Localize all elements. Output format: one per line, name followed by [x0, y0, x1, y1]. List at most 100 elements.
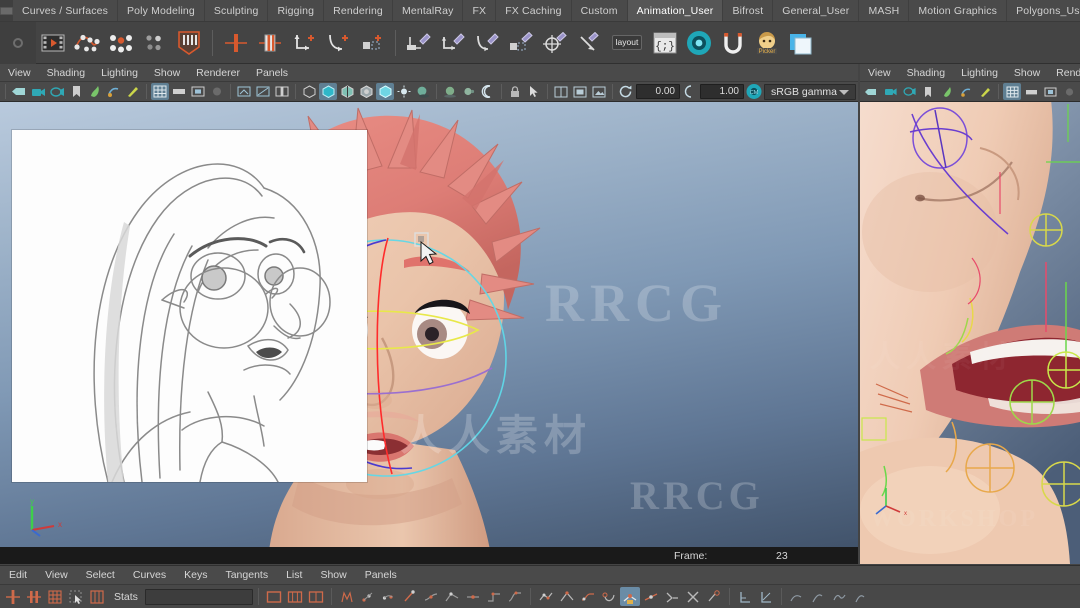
exposure-value-field[interactable]: 0.00 [636, 84, 680, 99]
shelf-tab-fx[interactable]: FX [463, 0, 496, 21]
weighted-tangents-icon[interactable] [704, 587, 724, 606]
perspective-viewport-canvas[interactable]: RRCG 人人素材 RRCG 人人素材 RRCG y x Frame: 23 [0, 102, 858, 564]
curve-tool-f-icon[interactable] [850, 587, 870, 606]
swap-buffer-curve-icon[interactable] [557, 587, 577, 606]
magnet-snap-icon[interactable] [718, 28, 748, 58]
shelf-menu-icon[interactable] [0, 7, 13, 15]
picker-tool-icon[interactable]: Picker [752, 28, 782, 58]
shelf-tab-general-user[interactable]: General_User [773, 0, 859, 21]
two-d-pan-zoom-icon[interactable] [105, 83, 123, 100]
isolate-select-icon[interactable] [254, 83, 272, 100]
shaded-wireframe-icon[interactable] [338, 83, 356, 100]
right-grease-pencil-icon[interactable] [976, 83, 994, 100]
right-resolution-gate-icon[interactable] [1041, 83, 1059, 100]
curve-tool-e-icon[interactable] [829, 587, 849, 606]
grid-toggle-icon[interactable] [151, 83, 169, 100]
flat-tangent-icon[interactable] [463, 587, 483, 606]
shelf-tab-mash[interactable]: MASH [859, 0, 909, 21]
closeup-viewport-canvas[interactable]: x 人人素材 WORKSHOP [860, 102, 1080, 564]
left-panel-menu-view[interactable]: View [0, 67, 39, 79]
orient-constraint-icon[interactable] [323, 28, 353, 58]
graph-editor-menu-show[interactable]: Show [311, 569, 355, 581]
shelf-settings-handle[interactable] [0, 22, 36, 64]
multisample-aa-icon[interactable] [479, 83, 497, 100]
joint-tool-icon[interactable] [438, 28, 468, 58]
right-panel-menu-renderer[interactable]: Renderer [1048, 67, 1080, 79]
color-management-icon[interactable]: CM [745, 83, 763, 100]
insert-key-icon[interactable] [24, 587, 44, 606]
right-panel-menu-show[interactable]: Show [1006, 67, 1048, 79]
right-panel-menu-view[interactable]: View [860, 67, 899, 79]
ghosting-icon[interactable] [106, 28, 136, 58]
display-layer-b-icon[interactable] [571, 83, 589, 100]
set-breakdown-icon[interactable] [255, 28, 285, 58]
use-all-lights-icon[interactable] [395, 83, 413, 100]
hypershade-icon[interactable] [684, 28, 714, 58]
select-camera-icon[interactable] [10, 83, 28, 100]
color-profile-select[interactable]: sRGB gamma [764, 84, 856, 100]
denormalize-curves-icon[interactable] [358, 587, 378, 606]
cluster-tool-icon[interactable] [506, 28, 536, 58]
right-gate-mask-icon[interactable] [1060, 83, 1078, 100]
copy-paste-icon[interactable] [786, 28, 816, 58]
shelf-tab-curves-surfaces[interactable]: Curves / Surfaces [13, 0, 118, 21]
gate-mask-icon[interactable] [208, 83, 226, 100]
left-panel-menu-shading[interactable]: Shading [39, 67, 94, 79]
right-panel-menu-shading[interactable]: Shading [899, 67, 954, 79]
parent-constraint-icon[interactable] [289, 28, 319, 58]
lock-tangent-weight-icon[interactable] [683, 587, 703, 606]
lattice-deform-keys-icon[interactable] [45, 587, 65, 606]
shelf-tab-mentalray[interactable]: MentalRay [393, 0, 464, 21]
shelf-tab-rigging[interactable]: Rigging [268, 0, 324, 21]
smooth-shading-icon[interactable] [319, 83, 337, 100]
move-nearest-key-icon[interactable] [3, 587, 23, 606]
grease-pencil-icon[interactable] [124, 83, 142, 100]
shelf-options-corner[interactable] [0, 0, 13, 21]
graph-editor-menu-view[interactable]: View [36, 569, 77, 581]
shelf-tab-sculpting[interactable]: Sculpting [205, 0, 269, 21]
motion-trail-icon[interactable] [72, 28, 102, 58]
shelf-tab-rendering[interactable]: Rendering [324, 0, 393, 21]
graph-editor-menu-edit[interactable]: Edit [0, 569, 36, 581]
xray-mode-icon[interactable] [273, 83, 291, 100]
shelf-tab-poly-modeling[interactable]: Poly Modeling [118, 0, 205, 21]
gear-icon[interactable] [13, 38, 23, 48]
set-key-icon[interactable] [221, 28, 251, 58]
bookmark-icon[interactable] [67, 83, 85, 100]
wireframe-shading-icon[interactable] [300, 83, 318, 100]
region-select-key-icon[interactable] [66, 587, 86, 606]
right-panel-menu-lighting[interactable]: Lighting [953, 67, 1006, 79]
resolution-gate-icon[interactable] [189, 83, 207, 100]
frame-playback-range-icon[interactable] [87, 587, 107, 606]
buffer-curve-snapshot-icon[interactable] [536, 587, 556, 606]
normalize-curves-icon[interactable] [337, 587, 357, 606]
curve-tool-b-icon[interactable] [756, 587, 776, 606]
frame-center-icon[interactable] [306, 587, 326, 606]
shelf-tab-motion-graphics[interactable]: Motion Graphics [909, 0, 1007, 21]
graph-editor-menu-curves[interactable]: Curves [124, 569, 175, 581]
left-panel-menu-lighting[interactable]: Lighting [93, 67, 146, 79]
perspective-viewport-panel[interactable]: ViewShadingLightingShowRendererPanels [0, 64, 858, 564]
lock-camera-icon[interactable] [48, 83, 66, 100]
graph-editor-menu-keys[interactable]: Keys [175, 569, 216, 581]
right-film-gate-icon[interactable] [1022, 83, 1040, 100]
unify-tangents-icon[interactable] [641, 587, 661, 606]
pick-arrow-icon[interactable] [525, 83, 543, 100]
bake-animation-icon[interactable] [174, 28, 204, 58]
right-pan-zoom-icon[interactable] [957, 83, 975, 100]
left-panel-menu-panels[interactable]: Panels [248, 67, 296, 79]
gamma-value-field[interactable]: 1.00 [700, 84, 744, 99]
clamped-tangent-icon[interactable] [421, 587, 441, 606]
right-image-plane-icon[interactable] [938, 83, 956, 100]
exposure-reset-icon[interactable] [235, 83, 253, 100]
image-plane-icon[interactable] [86, 83, 104, 100]
gamma-reset-icon[interactable] [681, 83, 699, 100]
motion-blur-icon[interactable] [460, 83, 478, 100]
camera-attributes-icon[interactable] [29, 83, 47, 100]
right-select-camera-icon[interactable] [862, 83, 880, 100]
shelf-tab-bifrost[interactable]: Bifrost [723, 0, 773, 21]
graph-editor-menu-tangents[interactable]: Tangents [216, 569, 277, 581]
break-tangents-icon[interactable] [620, 587, 640, 606]
ghost-off-icon[interactable] [140, 28, 170, 58]
right-lock-camera-icon[interactable] [900, 83, 918, 100]
